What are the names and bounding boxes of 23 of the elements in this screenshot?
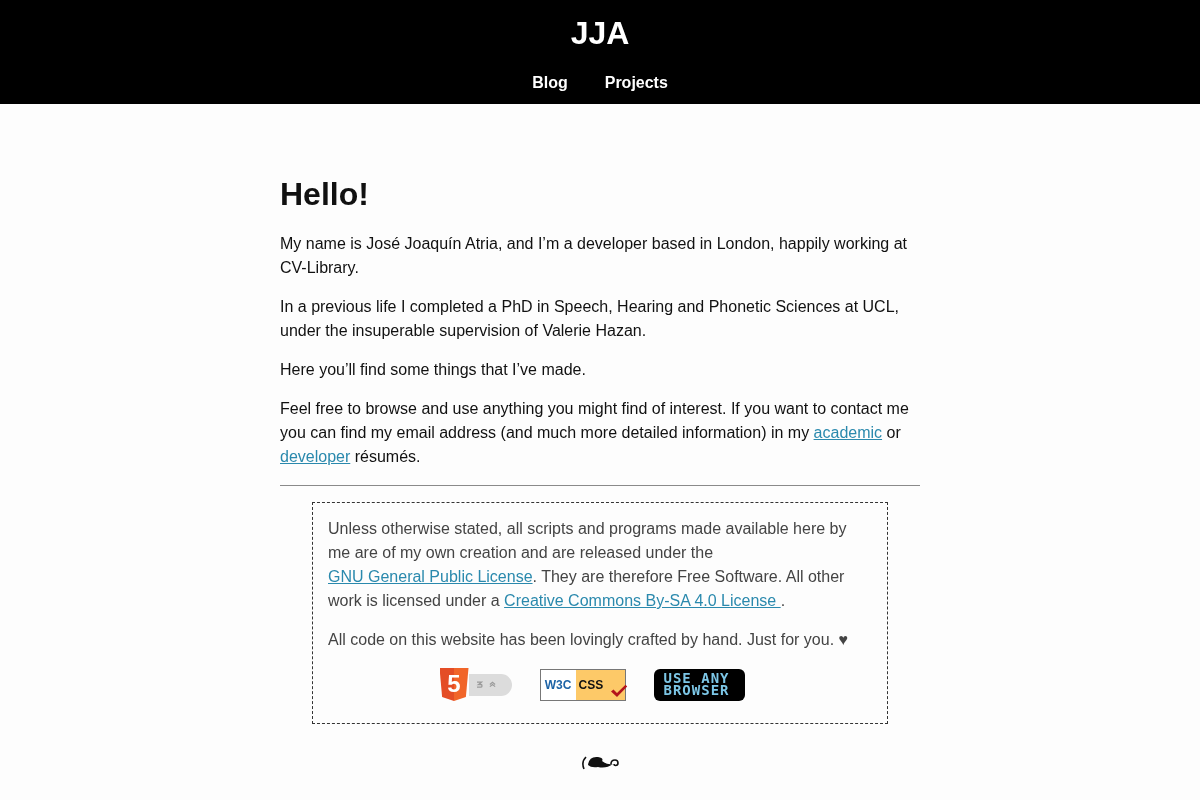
text-link[interactable]: GNU General Public License (328, 568, 533, 585)
browser-badge[interactable]: USE ANY BROWSER (653, 668, 745, 701)
shield-logo[interactable]: 5 (439, 668, 469, 701)
logo-text: CSS (578, 677, 604, 692)
notice-paragraph: All code on this website has been lovingly crafted by hand. Just for you. ♥ (328, 630, 849, 650)
text-link[interactable]: developer (280, 448, 351, 465)
nav-link[interactable]: Projects (604, 71, 668, 95)
squiggle-icon (475, 681, 483, 688)
logo-text: W3C (544, 677, 572, 692)
paragraph: Here you’ll find some things that I’ve made. (280, 360, 587, 380)
text-link[interactable]: Creative Commons By-SA 4.0 License (504, 592, 781, 609)
site-title[interactable]: JJA (570, 14, 630, 52)
chevrons-icon (488, 681, 496, 688)
text-link[interactable]: academic (813, 424, 883, 441)
notice-paragraph: Unless otherwise stated, all scripts and programs made available here by me are of my own creation and are released under the GNU General Public License. They are therefore Free Software. All other work is licensed under a Creative Commons By-SA 4.0 License . (328, 519, 848, 611)
css-validation-badge[interactable]: W3C CSS (539, 668, 626, 701)
checkmark-icon (609, 683, 628, 698)
ornament-icon (580, 753, 620, 771)
paragraph: My name is José Joaquín Atria, and I’m a developer based in London, happily working at CV-Library. (280, 234, 909, 278)
paragraph: In a previous life I completed a PhD in Speech, Hearing and Phonetic Sciences at UCL, under the insuperable supervision of Valerie Hazan. (280, 297, 900, 341)
page-heading: Hello! (280, 175, 370, 214)
paragraph: Feel free to browse and use anything you might find of interest. If you want to contact me you can find my email address (and much more detailed information) in my academic or developer résumés. (280, 399, 910, 467)
nav-link[interactable]: Blog (532, 71, 568, 95)
